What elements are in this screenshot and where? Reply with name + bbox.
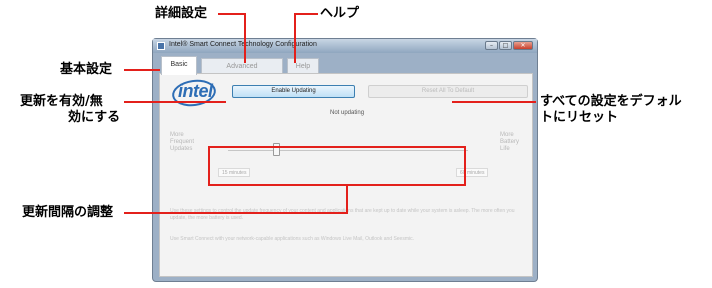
callout-advanced-settings: 詳細設定 (155, 6, 208, 21)
reset-all-to-default-button[interactable]: Reset All To Default (368, 85, 528, 98)
update-status: Not updating (330, 110, 365, 116)
interval-leader-vertical (346, 186, 348, 213)
enable-leader (124, 101, 226, 103)
reset-leader (452, 101, 536, 103)
more-frequent-updates-label: More Frequent Updates (170, 132, 195, 152)
interval-slider-highlight (208, 146, 466, 186)
help-leader-horizontal (294, 13, 318, 15)
title-bar: Intel® Smart Connect Technology Configur… (153, 39, 537, 53)
intel-logo: intel (178, 81, 213, 101)
enable-updating-button[interactable]: Enable Updating (232, 85, 355, 98)
minimize-button[interactable]: – (485, 41, 498, 50)
basic-leader (124, 69, 160, 71)
window-controls: – □ ✕ (485, 41, 533, 50)
tab-advanced[interactable]: Advanced (201, 58, 283, 74)
maximize-button[interactable]: □ (499, 41, 512, 50)
callout-enable-disable-updates: 更新を有効/無 効にする (20, 94, 121, 126)
callout-update-interval: 更新間隔の調整 (22, 205, 114, 220)
tab-help[interactable]: Help (287, 58, 319, 74)
help-leader-vertical (294, 13, 296, 63)
help-text-paragraph-2: Use Smart Connect with your network-capa… (170, 236, 414, 242)
callout-reset-to-default: すべての設定をデフォル トにリセット (540, 94, 682, 126)
advanced-leader-vertical (244, 13, 246, 63)
callout-help: ヘルプ (320, 6, 360, 21)
tab-basic[interactable]: Basic (161, 56, 197, 75)
close-button[interactable]: ✕ (513, 41, 533, 50)
advanced-leader-horizontal (218, 13, 246, 15)
callout-basic-settings: 基本設定 (60, 62, 113, 77)
app-icon (157, 42, 165, 50)
interval-leader-horizontal (124, 212, 348, 214)
more-battery-life-label: More Battery Life (500, 132, 520, 152)
